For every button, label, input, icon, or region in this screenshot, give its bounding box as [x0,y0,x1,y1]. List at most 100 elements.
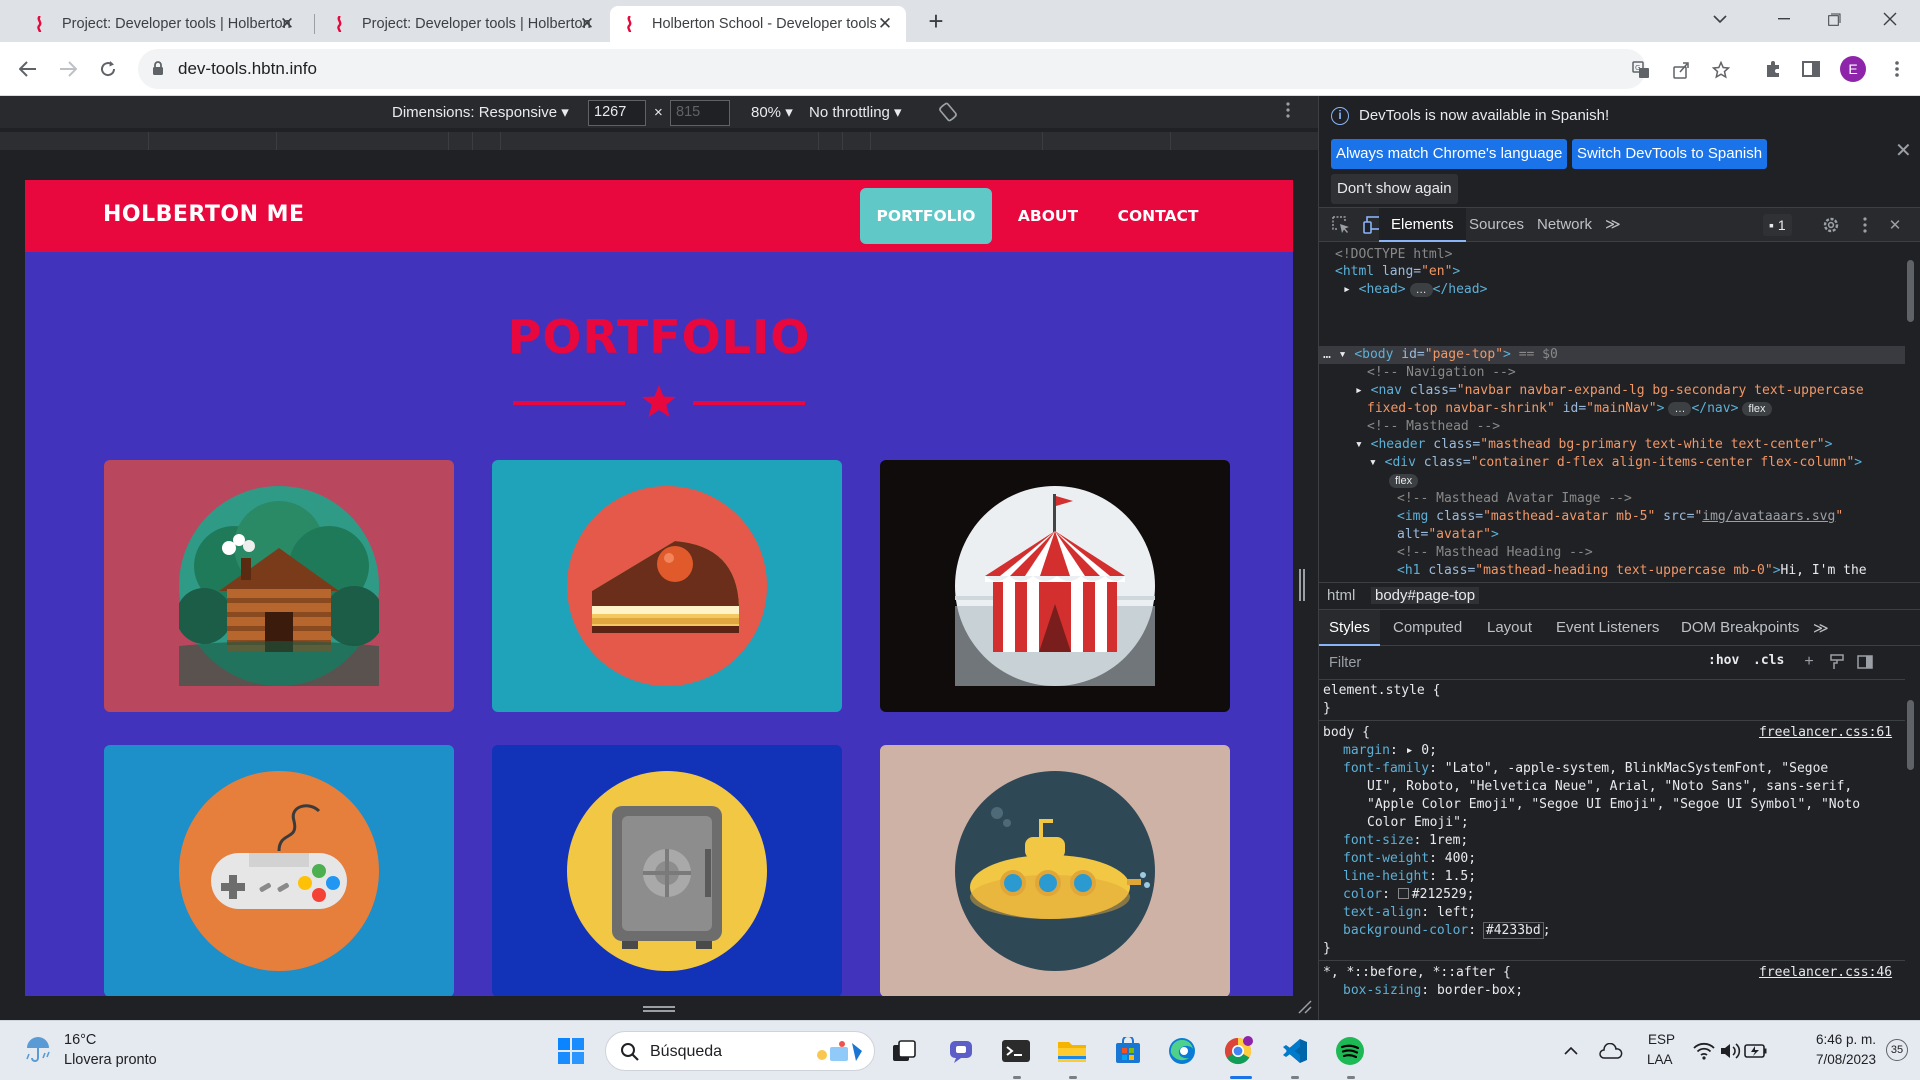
show-hidden-icons-chevron-icon[interactable] [1555,1035,1587,1067]
windows-start-icon[interactable] [555,1035,587,1067]
issues-badge[interactable]: ▪ 1 [1763,214,1792,236]
clock-time[interactable]: 6:46 p. m. [1796,1032,1876,1047]
edge-browser-icon[interactable] [1166,1035,1198,1067]
back-arrow-icon[interactable] [14,55,42,83]
restore-icon[interactable] [1806,0,1862,38]
declaration-font-size[interactable]: font-size: 1rem; [1343,832,1468,850]
site-brand[interactable]: HOLBERTON ME [103,202,305,227]
terminal-icon[interactable] [1000,1035,1032,1067]
dom-line-html[interactable]: <html lang="en"> [1335,263,1460,281]
declaration-text-align[interactable]: text-align: left; [1343,904,1476,922]
extensions-puzzle-icon[interactable] [1760,56,1786,82]
cls-toggle[interactable]: .cls [1753,653,1784,668]
throttling-dropdown[interactable]: No throttling ▾ [809,103,902,121]
body-rule-source-link[interactable]: freelancer.css:61 [1759,724,1892,742]
dom-line-head[interactable]: ▸ <head>… </head> [1343,281,1487,299]
flex-badge[interactable]: flex [1389,474,1419,488]
expand-triangle-icon[interactable]: ▸ [1343,282,1359,297]
dom-scrollbar[interactable] [1905,242,1915,582]
background-color-value-editor[interactable]: #4233bd [1482,922,1544,939]
tab-sources[interactable]: Sources [1469,208,1524,242]
new-tab-icon[interactable]: + [922,8,950,36]
bookmark-star-icon[interactable] [1710,59,1732,81]
declaration-font-family[interactable]: font-family: "Lato", -apple-system, Blin… [1343,760,1828,778]
scrollbar-thumb[interactable] [1907,700,1914,770]
profile-avatar[interactable]: E [1840,56,1866,82]
close-tab-icon[interactable]: ✕ [578,15,596,33]
minimize-icon[interactable] [1756,0,1812,38]
dom-line-header[interactable]: ▾ <header class="masthead bg-primary tex… [1355,436,1832,454]
taskbar-search-box[interactable]: Búsqueda [605,1031,875,1071]
input-language-code[interactable]: ESP [1648,1032,1675,1047]
breadcrumb-html[interactable]: html [1327,587,1355,604]
vscode-icon[interactable] [1278,1035,1310,1067]
close-tab-icon[interactable]: ✕ [876,15,894,33]
declaration-box-sizing[interactable]: box-sizing: border-box; [1343,982,1523,1000]
portfolio-item-cake[interactable] [492,460,842,712]
lock-icon[interactable] [152,61,164,79]
universal-rule-source-link[interactable]: freelancer.css:46 [1759,964,1892,982]
scrollbar-thumb[interactable] [1907,260,1914,322]
portfolio-item-safe[interactable] [492,745,842,996]
tab-event-listeners[interactable]: Event Listeners [1556,619,1659,636]
url-text[interactable]: dev-tools.hbtn.info [178,59,317,79]
forward-arrow-icon[interactable] [54,55,82,83]
dom-line-flex-badge[interactable]: flex [1385,472,1419,490]
zoom-dropdown[interactable]: 80% ▾ [751,103,793,121]
dom-line-img[interactable]: <img class="masthead-avatar mb-5" src="i… [1397,508,1843,526]
dom-line-comment-avatar[interactable]: <!-- Masthead Avatar Image --> [1397,490,1632,508]
more-tabs-chevron-icon[interactable]: ≫ [1813,619,1829,637]
share-icon[interactable] [1670,59,1692,81]
declaration-background-color[interactable]: background-color: #4233bd; [1343,922,1551,940]
task-view-icon[interactable] [888,1035,920,1067]
toggle-sidebar-icon[interactable] [1855,652,1875,672]
more-tabs-chevron-icon[interactable]: ≫ [1605,208,1621,242]
reload-icon[interactable] [94,55,122,83]
nav-link-about[interactable]: ABOUT [1008,188,1088,244]
tab-network[interactable]: Network [1537,208,1592,242]
close-icon[interactable]: ✕ [1895,138,1912,163]
expand-triangle-icon[interactable]: ▸ [1406,743,1414,758]
always-match-language-button[interactable]: Always match Chrome's language [1331,139,1568,169]
browser-tab-1[interactable]: Project: Developer tools | Holberton ✕ [20,6,308,42]
hov-toggle[interactable]: :hov [1708,653,1739,668]
dom-line-img-alt[interactable]: alt="avatar"> [1397,526,1499,544]
resize-corner-icon[interactable] [1296,998,1312,1014]
chrome-browser-icon[interactable] [1222,1035,1254,1067]
clock-date[interactable]: 7/08/2023 [1796,1052,1876,1067]
ellipsis-badge[interactable]: … [1668,402,1692,416]
dom-line-h1[interactable]: <h1 class="masthead-heading text-upperca… [1397,562,1867,580]
collapse-triangle-icon[interactable]: ▾ [1355,437,1371,452]
dont-show-again-button[interactable]: Don't show again [1331,174,1458,204]
portfolio-item-submarine[interactable] [880,745,1230,996]
tab-dom-breakpoints[interactable]: DOM Breakpoints [1681,619,1799,636]
chrome-menu-icon[interactable] [1884,56,1910,82]
new-style-rule-icon[interactable]: + [1799,652,1819,672]
devtools-menu-icon[interactable] [1855,215,1875,235]
file-explorer-icon[interactable] [1056,1035,1088,1067]
dom-line-div[interactable]: ▾ <div class="container d-flex align-ite… [1369,454,1862,472]
tab-computed[interactable]: Computed [1393,619,1462,636]
node-actions-icon[interactable]: … [1323,347,1339,362]
dom-line-body[interactable]: … ▾ <body id="page-top"> == $0 [1323,346,1558,364]
portfolio-item-cabin[interactable] [104,460,454,712]
address-bar[interactable]: dev-tools.hbtn.info G [138,49,1730,89]
expand-triangle-icon[interactable]: ▸ [1355,383,1371,398]
tab-styles[interactable]: Styles [1319,610,1380,646]
rotate-icon[interactable] [937,101,959,127]
styles-scrollbar[interactable] [1905,680,1915,1020]
browser-tab-3-active[interactable]: Holberton School - Developer tools ✕ [610,6,906,42]
flex-badge[interactable]: flex [1742,402,1772,416]
color-swatch[interactable] [1397,888,1409,899]
width-input[interactable]: 1267 [588,100,646,126]
collapse-triangle-icon[interactable]: ▾ [1339,347,1355,362]
translate-icon[interactable]: G [1630,59,1652,81]
dom-line-comment-heading[interactable]: <!-- Masthead Heading --> [1397,544,1593,562]
declaration-font-weight[interactable]: font-weight: 400; [1343,850,1476,868]
weather-temperature[interactable]: 16°C [64,1032,96,1048]
ellipsis-badge[interactable]: … [1409,283,1433,297]
declaration-line-height[interactable]: line-height: 1.5; [1343,868,1476,886]
declaration-color[interactable]: color: #212529; [1343,886,1474,904]
element-style-rule[interactable]: element.style { [1323,682,1440,700]
close-tab-icon[interactable]: ✕ [278,15,296,33]
